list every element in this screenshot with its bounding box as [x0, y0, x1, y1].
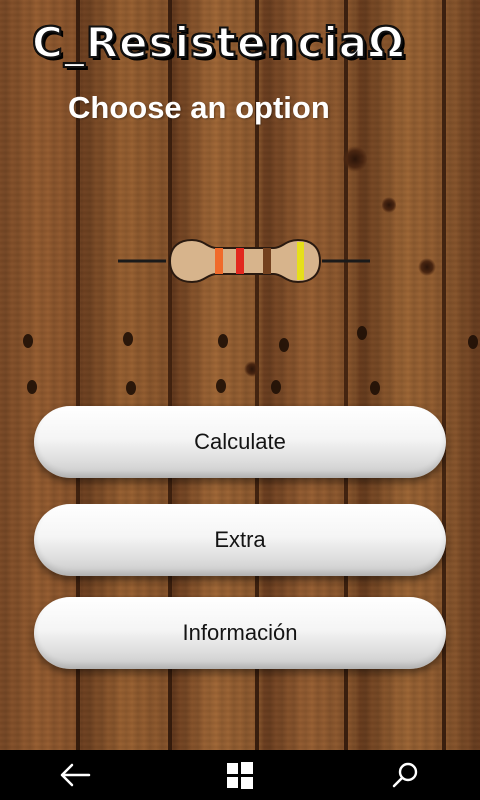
nail-hole — [216, 379, 226, 393]
nail-hole — [123, 332, 133, 346]
windows-logo-icon — [227, 762, 253, 789]
informacion-button[interactable]: Información — [34, 597, 446, 669]
back-button[interactable] — [40, 750, 110, 800]
wood-knot — [343, 145, 367, 173]
resistor-image — [118, 238, 370, 284]
nail-hole — [27, 380, 37, 394]
search-icon — [392, 762, 418, 788]
nail-hole — [23, 334, 33, 348]
home-button[interactable] — [205, 750, 275, 800]
page-heading: Choose an option — [68, 90, 330, 125]
system-navigation-bar — [0, 750, 480, 800]
wood-knot — [244, 361, 260, 377]
nail-hole — [468, 335, 478, 349]
nail-hole — [357, 326, 367, 340]
extra-button[interactable]: Extra — [34, 504, 446, 576]
wood-knot — [382, 196, 396, 214]
wood-knot — [418, 258, 436, 276]
nail-hole — [370, 381, 380, 395]
nail-hole — [279, 338, 289, 352]
resistor-band — [263, 248, 271, 274]
search-button[interactable] — [370, 750, 440, 800]
resistor-band — [297, 242, 304, 280]
resistor-band — [215, 248, 223, 274]
nail-hole — [271, 380, 281, 394]
back-arrow-icon — [60, 763, 91, 787]
resistor-band — [236, 248, 244, 274]
app-title: C_ResistenciaΩ — [31, 17, 405, 68]
nail-hole — [218, 334, 228, 348]
calculate-button[interactable]: Calculate — [34, 406, 446, 478]
nail-hole — [126, 381, 136, 395]
